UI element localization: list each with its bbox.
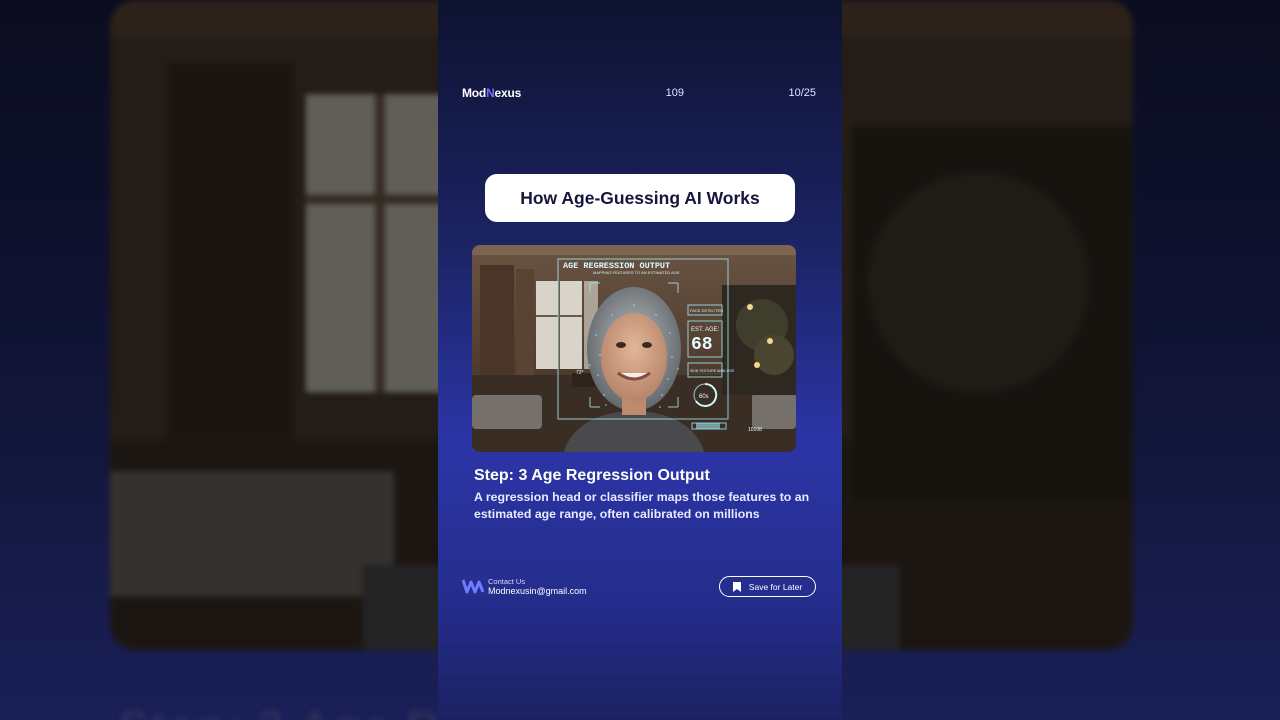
brand-logo[interactable]: ModNexus	[462, 86, 521, 100]
contact-email[interactable]: Modnexusin@gmail.com	[488, 586, 587, 596]
hud-est-age-label: EST. AGE:	[691, 327, 720, 333]
hud-est-age-value: 68	[691, 335, 713, 355]
contact-label: Contact Us	[488, 576, 526, 586]
top-bar: ModNexus 109 10/25	[462, 84, 816, 102]
hud-code: 10108	[748, 427, 762, 433]
slide-card: ModNexus 109 10/25 How Age-Guessing AI W…	[438, 0, 842, 720]
hud-texture-label: SKIN TEXTURE ANALYSIS	[690, 369, 735, 373]
logo-n: N	[486, 86, 495, 100]
save-for-later-label: Save for Later	[748, 581, 803, 592]
contact-block[interactable]: Contact Us Modnexusin@gmail.com	[462, 576, 587, 596]
age-regression-image: AGE REGRESSION OUTPUT MAPPING FEATURES T…	[472, 245, 796, 452]
step-title: Step: 3 Age Regression Output	[474, 467, 710, 484]
slide-title: How Age-Guessing AI Works	[485, 174, 795, 222]
logo-suffix: exus	[494, 86, 522, 100]
step-body: A regression head or classifier maps tho…	[474, 490, 810, 521]
save-for-later-button[interactable]: Save for Later	[719, 576, 816, 597]
hud-panel-subtitle: MAPPING FEATURES TO AN ESTIMATED AGE	[593, 270, 680, 275]
page-number: 109	[665, 87, 684, 99]
hud-face-detected: FACE DETECTED	[690, 308, 723, 313]
brand-wave-icon	[462, 579, 484, 594]
bookmark-icon	[732, 581, 741, 592]
hud-side-mark: 72°	[576, 370, 584, 376]
hud-decade: 60s	[699, 394, 709, 400]
background-bottom-text: Step: 3 Age R	[118, 700, 441, 720]
slide-counter: 10/25	[788, 87, 816, 99]
logo-prefix: Mod	[462, 86, 487, 100]
